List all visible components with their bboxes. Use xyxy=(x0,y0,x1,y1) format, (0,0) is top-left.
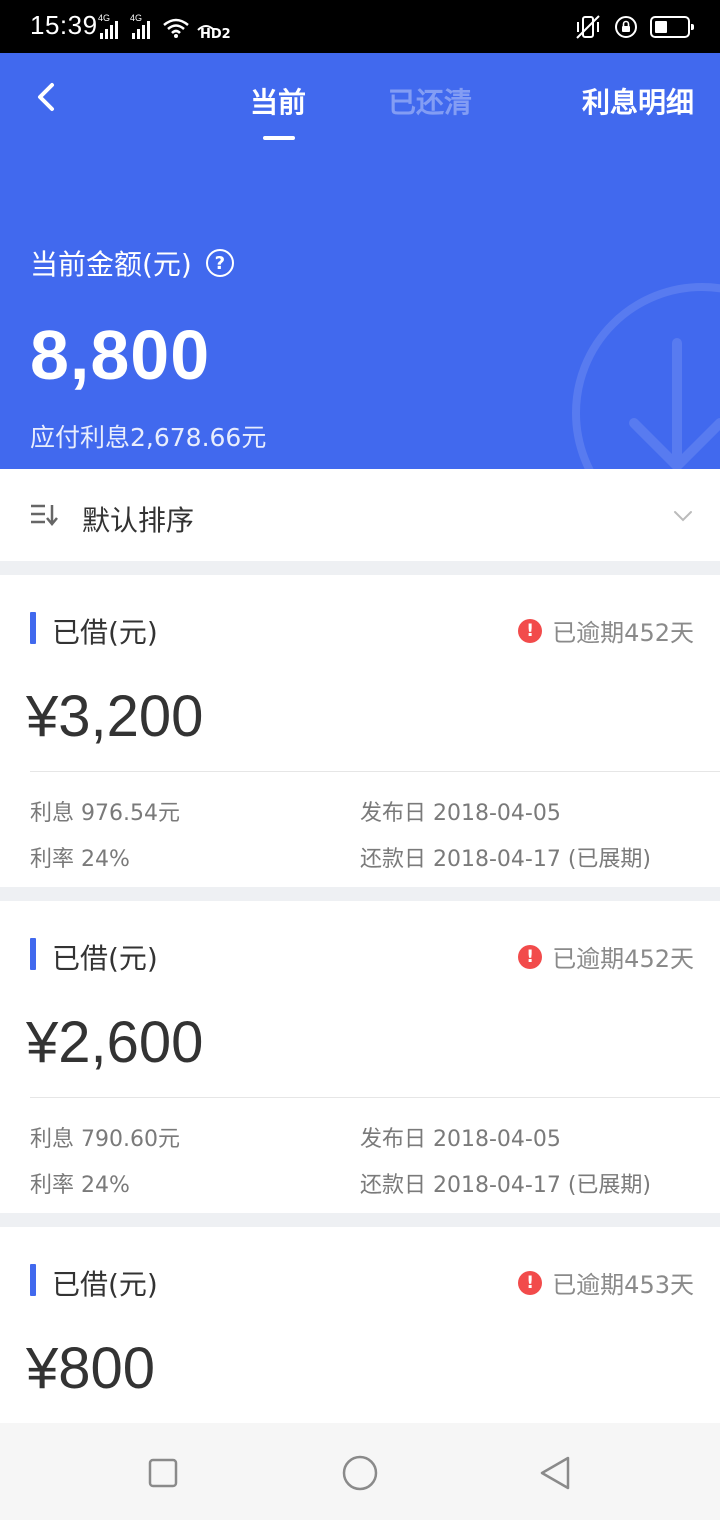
loan-repay-date: 还款日 2018-04-17 (已展期) xyxy=(360,1173,652,1198)
loan-rate: 利率 24% xyxy=(30,1173,130,1198)
card-accent-bar xyxy=(30,938,36,970)
overdue-status: ! 已逾期452天 xyxy=(518,613,694,648)
tab-paid-off[interactable]: 已还清 xyxy=(388,81,472,121)
loan-card[interactable]: 已借(元) ! 已逾期452天 ¥2,600 利息 790.60元 利率 24%… xyxy=(0,901,720,1213)
chevron-down-icon xyxy=(674,511,692,522)
home-circle-icon[interactable] xyxy=(340,1453,380,1493)
amount-label: 当前金额(元) ? xyxy=(30,243,234,283)
loan-amount: ¥3,200 xyxy=(26,684,204,749)
tab-active-indicator xyxy=(263,136,295,140)
alert-icon: ! xyxy=(518,944,543,969)
card-accent-bar xyxy=(30,1264,36,1296)
sort-bar[interactable]: 默认排序 xyxy=(0,469,720,561)
overdue-status: ! 已逾期452天 xyxy=(518,939,694,974)
back-arrow-icon[interactable] xyxy=(28,77,68,117)
tab-current[interactable]: 当前 xyxy=(250,81,306,121)
loan-card-title: 已借(元) xyxy=(52,616,158,649)
loan-card[interactable]: 已借(元) ! 已逾期452天 ¥3,200 利息 976.54元 利率 24%… xyxy=(0,575,720,887)
signal-icon: 4G xyxy=(98,13,124,39)
alert-icon: ! xyxy=(518,618,543,643)
overdue-text: 已逾期452天 xyxy=(552,945,694,973)
loan-interest: 利息 976.54元 xyxy=(30,801,180,826)
status-right-icons xyxy=(574,14,694,40)
system-nav-bar xyxy=(0,1423,720,1520)
overdue-status: ! 已逾期453天 xyxy=(518,1265,694,1300)
loan-interest: 利息 790.60元 xyxy=(30,1127,180,1152)
card-accent-bar xyxy=(30,612,36,644)
rotation-lock-icon xyxy=(615,16,637,38)
loan-card-title: 已借(元) xyxy=(52,942,158,975)
loan-amount: ¥800 xyxy=(26,1336,156,1401)
loan-publish-date: 发布日 2018-04-05 xyxy=(360,1127,561,1152)
overdue-text: 已逾期452天 xyxy=(552,619,694,647)
alert-icon: ! xyxy=(518,1270,543,1295)
loan-publish-date: 发布日 2018-04-05 xyxy=(360,801,561,826)
interest-detail-button[interactable]: 利息明细 xyxy=(582,81,694,121)
vibrate-mute-icon xyxy=(576,15,600,39)
question-icon[interactable]: ? xyxy=(205,249,234,277)
overdue-text: 已逾期453天 xyxy=(552,1271,694,1299)
divider xyxy=(30,1097,720,1098)
divider xyxy=(30,771,720,772)
header: 当前 已还清 利息明细 当前金额(元) ? 8,800 应付利息2,678.66… xyxy=(0,53,720,469)
current-amount: 8,800 xyxy=(30,316,211,394)
wifi-icon xyxy=(163,18,189,38)
loan-card[interactable]: 已借(元) ! 已逾期453天 ¥800 xyxy=(0,1227,720,1423)
battery-icon xyxy=(650,16,694,38)
status-bar: 15:39 4G 4G HD2 xyxy=(0,0,720,53)
back-triangle-icon[interactable] xyxy=(536,1453,576,1493)
status-left-icons: 4G 4G HD2 xyxy=(98,13,231,42)
sort-icon xyxy=(31,504,58,526)
loan-card-title: 已借(元) xyxy=(52,1268,158,1301)
sort-label: 默认排序 xyxy=(82,504,195,537)
loan-repay-date: 还款日 2018-04-17 (已展期) xyxy=(360,847,652,872)
loan-amount: ¥2,600 xyxy=(26,1010,204,1075)
hd-badge: HD2 xyxy=(200,26,231,42)
status-time: 15:39 xyxy=(30,10,98,40)
loan-rate: 利率 24% xyxy=(30,847,130,872)
amount-label-text: 当前金额(元) xyxy=(30,248,192,281)
interest-due: 应付利息2,678.66元 xyxy=(30,423,267,452)
recent-apps-square-icon[interactable] xyxy=(143,1453,183,1493)
download-arrow-decoration-icon xyxy=(572,283,720,469)
signal-icon: 4G xyxy=(130,13,156,39)
loan-list-screen: 15:39 4G 4G HD2 当前 已还清 利息明细 当前金额(元) ? 8,… xyxy=(0,0,720,1520)
